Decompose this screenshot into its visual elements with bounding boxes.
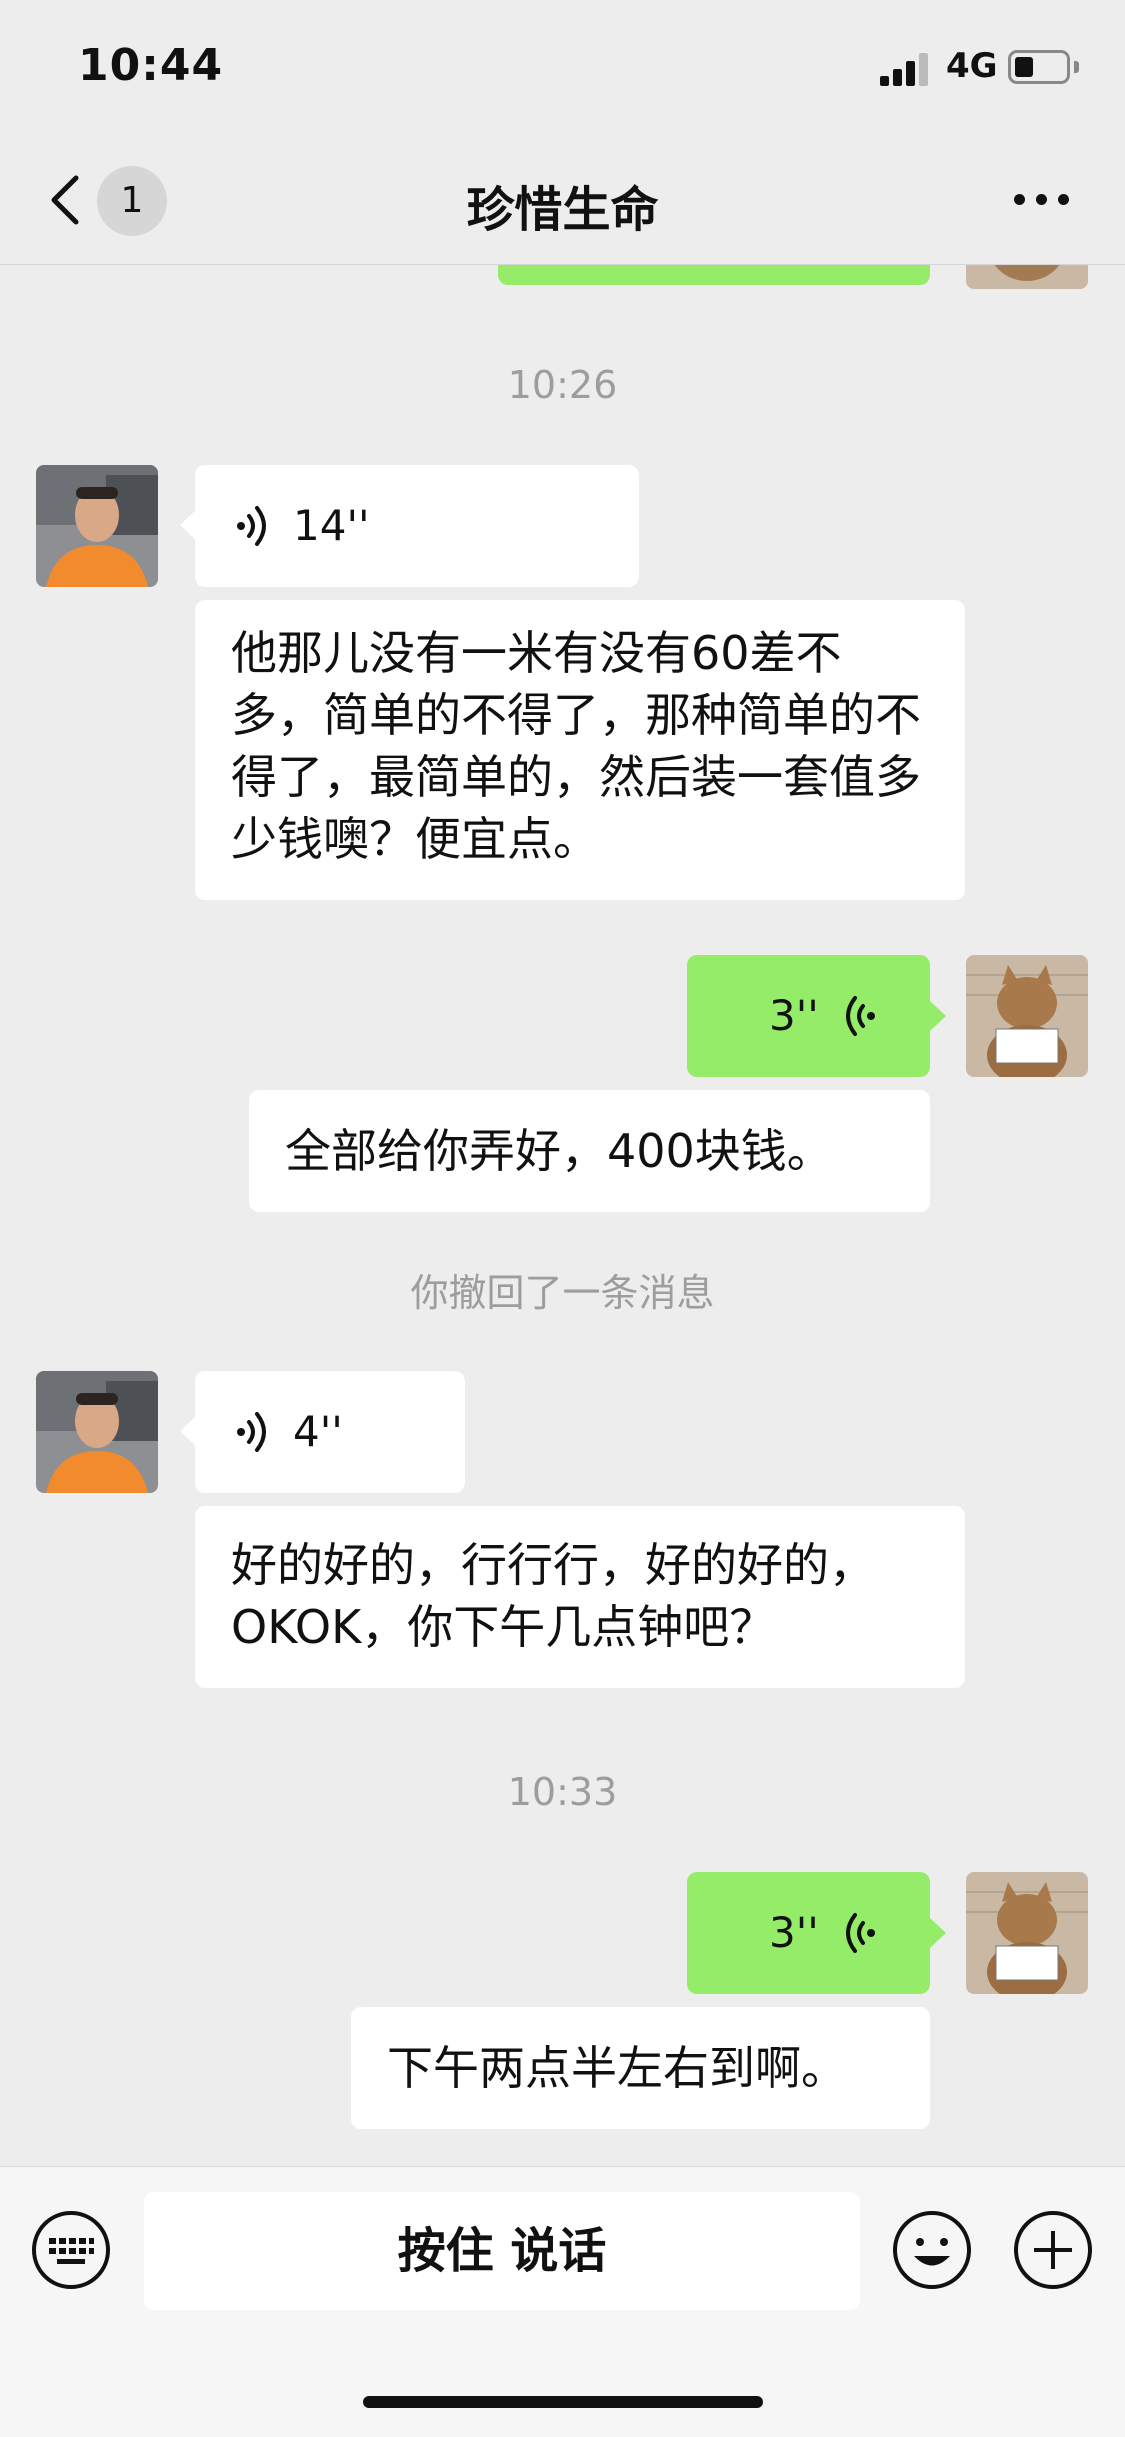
voice-wave-icon	[237, 1412, 266, 1452]
signal-strength-icon	[880, 50, 932, 86]
voice-transcript[interactable]: 下午两点半左右到啊。	[351, 2007, 930, 2129]
contact-avatar[interactable]	[36, 465, 158, 587]
voice-duration: 14''	[293, 501, 370, 550]
message-text: 全部给你弄好，400块钱。	[285, 1124, 833, 1178]
voice-wave-icon	[846, 1913, 875, 1953]
message-list[interactable]: 10:26 14'' 他那儿没有一米有没有60差不多，简单的不得了，那种简单的不…	[0, 265, 1125, 2165]
voice-wave-icon	[237, 506, 266, 546]
received-text-message[interactable]: 他那儿没有一米有没有60差不多，简单的不得了，那种简单的不得了，最简单的，然后装…	[195, 600, 965, 900]
hold-to-talk-button[interactable]: 按住 说话	[144, 2192, 860, 2310]
message-text: 下午两点半左右到啊。	[387, 2041, 847, 2095]
timestamp: 10:26	[507, 363, 618, 407]
status-time: 10:44	[78, 40, 224, 91]
timestamp: 10:33	[507, 1770, 618, 1814]
received-voice-message[interactable]: 14''	[195, 465, 639, 587]
home-indicator[interactable]	[363, 2396, 763, 2408]
status-bar: 10:44 4G	[0, 0, 1125, 140]
sent-voice-message[interactable]: 3''	[687, 955, 930, 1077]
self-avatar[interactable]	[966, 955, 1088, 1077]
chat-header: 1 珍惜生命	[0, 140, 1125, 265]
previous-message-bubble[interactable]	[498, 265, 930, 285]
received-voice-message[interactable]: 4''	[195, 1371, 465, 1493]
message-text: 好的好的，行行行，好的好的，OKOK，你下午几点钟吧？	[231, 1538, 875, 1654]
received-text-message[interactable]: 好的好的，行行行，好的好的，OKOK，你下午几点钟吧？	[195, 1506, 965, 1688]
recall-notice: 你撤回了一条消息	[410, 1271, 715, 1315]
keyboard-icon[interactable]	[30, 2209, 112, 2291]
battery-icon	[1008, 50, 1070, 84]
self-avatar[interactable]	[966, 265, 1088, 289]
emoji-icon[interactable]	[891, 2209, 973, 2291]
self-avatar[interactable]	[966, 1872, 1088, 1994]
voice-transcript[interactable]: 全部给你弄好，400块钱。	[249, 1090, 930, 1212]
voice-duration: 3''	[769, 991, 819, 1040]
plus-icon[interactable]	[1012, 2209, 1094, 2291]
voice-wave-icon	[846, 996, 875, 1036]
message-text: 他那儿没有一米有没有60差不多，简单的不得了，那种简单的不得了，最简单的，然后装…	[231, 626, 921, 866]
voice-duration: 3''	[769, 1908, 819, 1957]
sent-voice-message[interactable]: 3''	[687, 1872, 930, 1994]
network-type: 4G	[946, 46, 998, 86]
chat-title: 珍惜生命	[466, 182, 659, 238]
contact-avatar[interactable]	[36, 1371, 158, 1493]
more-options-icon[interactable]	[1012, 190, 1072, 210]
voice-duration: 4''	[293, 1407, 343, 1456]
